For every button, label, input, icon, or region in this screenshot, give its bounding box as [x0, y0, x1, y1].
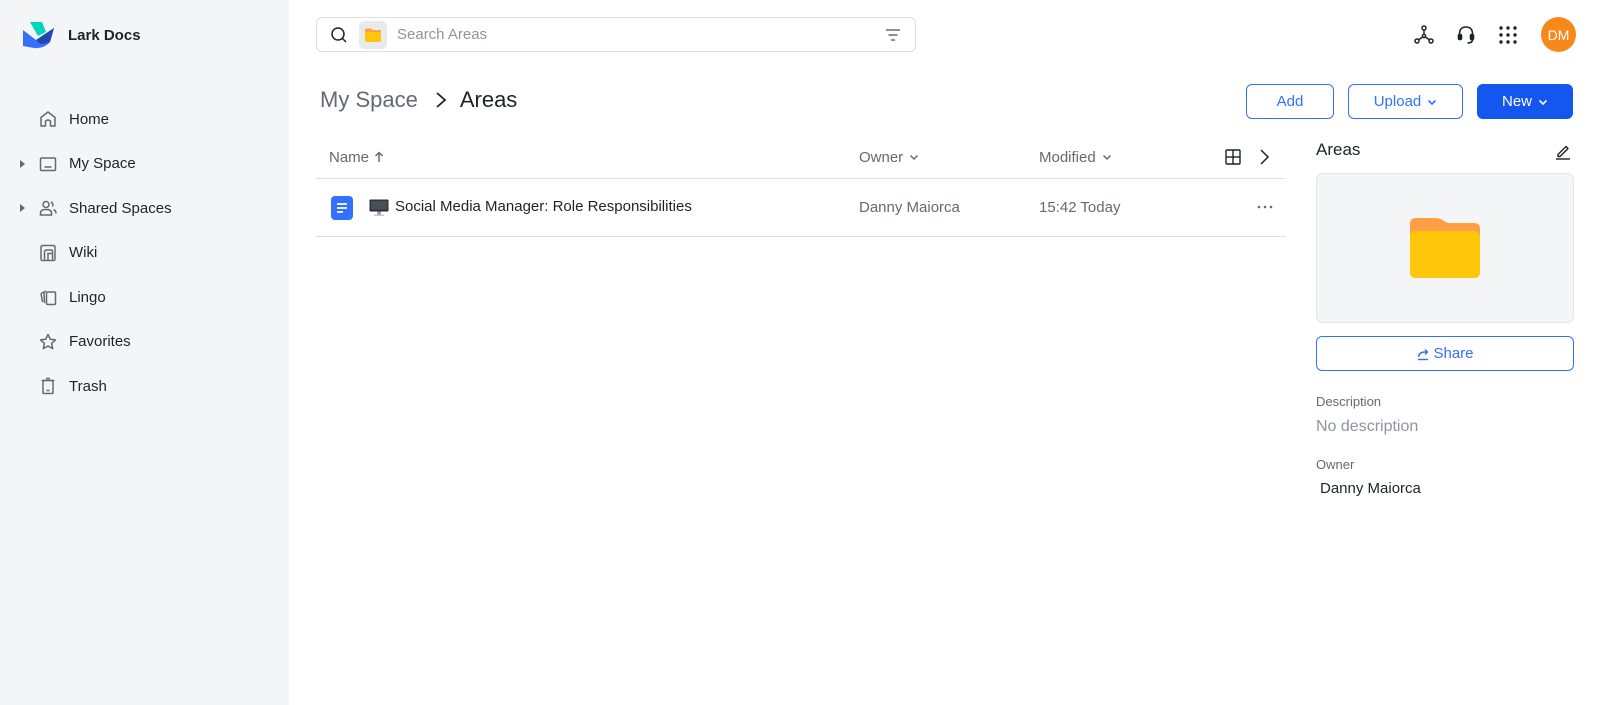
new-button[interactable]: New	[1477, 84, 1573, 119]
filter-icon[interactable]	[883, 25, 903, 45]
action-buttons: Add Upload New	[1246, 84, 1573, 119]
home-icon	[38, 109, 58, 129]
share-icon	[1418, 348, 1429, 360]
apps-grid-icon[interactable]	[1497, 24, 1519, 46]
column-header-name[interactable]: Name	[329, 135, 384, 179]
table-row[interactable]: Social Media Manager: Role Responsibilit…	[316, 179, 1286, 237]
chevron-down-icon	[910, 154, 919, 161]
breadcrumb-current: Areas	[459, 87, 518, 112]
file-modified: 15:42 Today	[1039, 199, 1121, 216]
column-header-label: Modified	[1039, 148, 1096, 166]
sidebar-item-label: Lingo	[69, 288, 106, 306]
headset-icon[interactable]	[1455, 24, 1477, 46]
sidebar-item-label: Favorites	[69, 333, 131, 351]
file-table: Name Owner Modified Social Media Manager…	[316, 135, 1286, 237]
star-icon	[38, 332, 58, 352]
app-root: Lark Docs Home My Space Shared Spaces Wi…	[0, 0, 1600, 705]
search-scope-folder[interactable]	[359, 20, 387, 49]
sidebar-nav: Home My Space Shared Spaces Wiki Lingo F…	[0, 97, 289, 409]
edit-pencil-icon[interactable]	[1554, 142, 1572, 160]
brand[interactable]: Lark Docs	[22, 20, 141, 50]
column-header-modified[interactable]: Modified	[1039, 135, 1112, 179]
sidebar-item-label: Wiki	[69, 244, 98, 262]
search-bar[interactable]	[316, 17, 916, 52]
sidebar-item-shared-spaces[interactable]: Shared Spaces	[0, 186, 289, 231]
upload-button-label: Upload	[1373, 93, 1422, 110]
description-value[interactable]: No description	[1316, 418, 1574, 436]
more-options-icon[interactable]	[1255, 197, 1275, 217]
add-button[interactable]: Add	[1246, 84, 1334, 119]
share-button-label: Share	[1433, 345, 1474, 362]
sidebar-item-label: Home	[69, 110, 110, 128]
sidebar-item-label: My Space	[69, 155, 136, 173]
file-owner: Danny Maiorca	[859, 199, 960, 216]
org-chart-icon[interactable]	[1413, 24, 1435, 46]
sidebar-item-home[interactable]: Home	[0, 97, 289, 142]
folder-icon	[38, 154, 58, 174]
expand-caret-icon[interactable]	[20, 159, 25, 168]
chevron-right-icon	[434, 90, 448, 110]
new-button-label: New	[1501, 93, 1532, 110]
sidebar-item-my-space[interactable]: My Space	[0, 142, 289, 187]
chevron-right-icon[interactable]	[1254, 147, 1274, 167]
wiki-icon	[38, 243, 58, 263]
panel-title: Areas	[1316, 140, 1361, 159]
user-avatar[interactable]: DM	[1541, 17, 1576, 52]
trash-icon	[38, 376, 58, 396]
sort-ascending-icon	[374, 151, 384, 162]
search-input[interactable]	[397, 26, 857, 43]
upload-button[interactable]: Upload	[1348, 84, 1463, 119]
folder-icon	[365, 28, 381, 42]
lingo-cards-icon	[38, 287, 58, 307]
description-label: Description	[1316, 394, 1382, 409]
doc-icon	[331, 196, 353, 220]
share-button[interactable]: Share	[1316, 336, 1574, 371]
top-right-toolbar: DM	[1413, 17, 1576, 52]
breadcrumb-parent[interactable]: My Space	[320, 87, 418, 113]
sidebar-item-wiki[interactable]: Wiki	[0, 231, 289, 276]
folder-preview	[1316, 173, 1574, 323]
details-panel: Areas Share Description No description O…	[1316, 140, 1574, 497]
owner-value: Danny Maiorca	[1320, 480, 1421, 497]
users-icon	[38, 198, 58, 218]
sidebar: Lark Docs Home My Space Shared Spaces Wi…	[0, 0, 289, 705]
owner-label: Owner	[1316, 457, 1355, 472]
sidebar-item-label: Shared Spaces	[69, 199, 172, 217]
lark-logo-icon	[23, 22, 54, 49]
sidebar-item-favorites[interactable]: Favorites	[0, 320, 289, 365]
app-name: Lark Docs	[68, 26, 141, 44]
chevron-down-icon	[1538, 99, 1548, 105]
folder-icon	[1410, 218, 1480, 278]
grid-view-icon[interactable]	[1223, 147, 1243, 167]
file-name[interactable]: Social Media Manager: Role Responsibilit…	[395, 198, 692, 215]
chevron-down-icon	[1102, 154, 1111, 161]
sidebar-item-lingo[interactable]: Lingo	[0, 275, 289, 320]
column-header-label: Name	[329, 148, 370, 166]
expand-caret-icon[interactable]	[20, 204, 25, 213]
search-icon	[331, 26, 347, 43]
sidebar-item-label: Trash	[69, 377, 107, 395]
table-header: Name Owner Modified	[316, 135, 1286, 179]
sidebar-item-trash[interactable]: Trash	[0, 364, 289, 409]
chevron-down-icon	[1428, 99, 1437, 105]
column-header-owner[interactable]: Owner	[859, 135, 919, 179]
add-button-label: Add	[1276, 93, 1304, 110]
column-header-label: Owner	[859, 148, 904, 166]
desktop-computer-icon	[369, 199, 389, 216]
breadcrumb: My Space Areas	[320, 87, 517, 113]
